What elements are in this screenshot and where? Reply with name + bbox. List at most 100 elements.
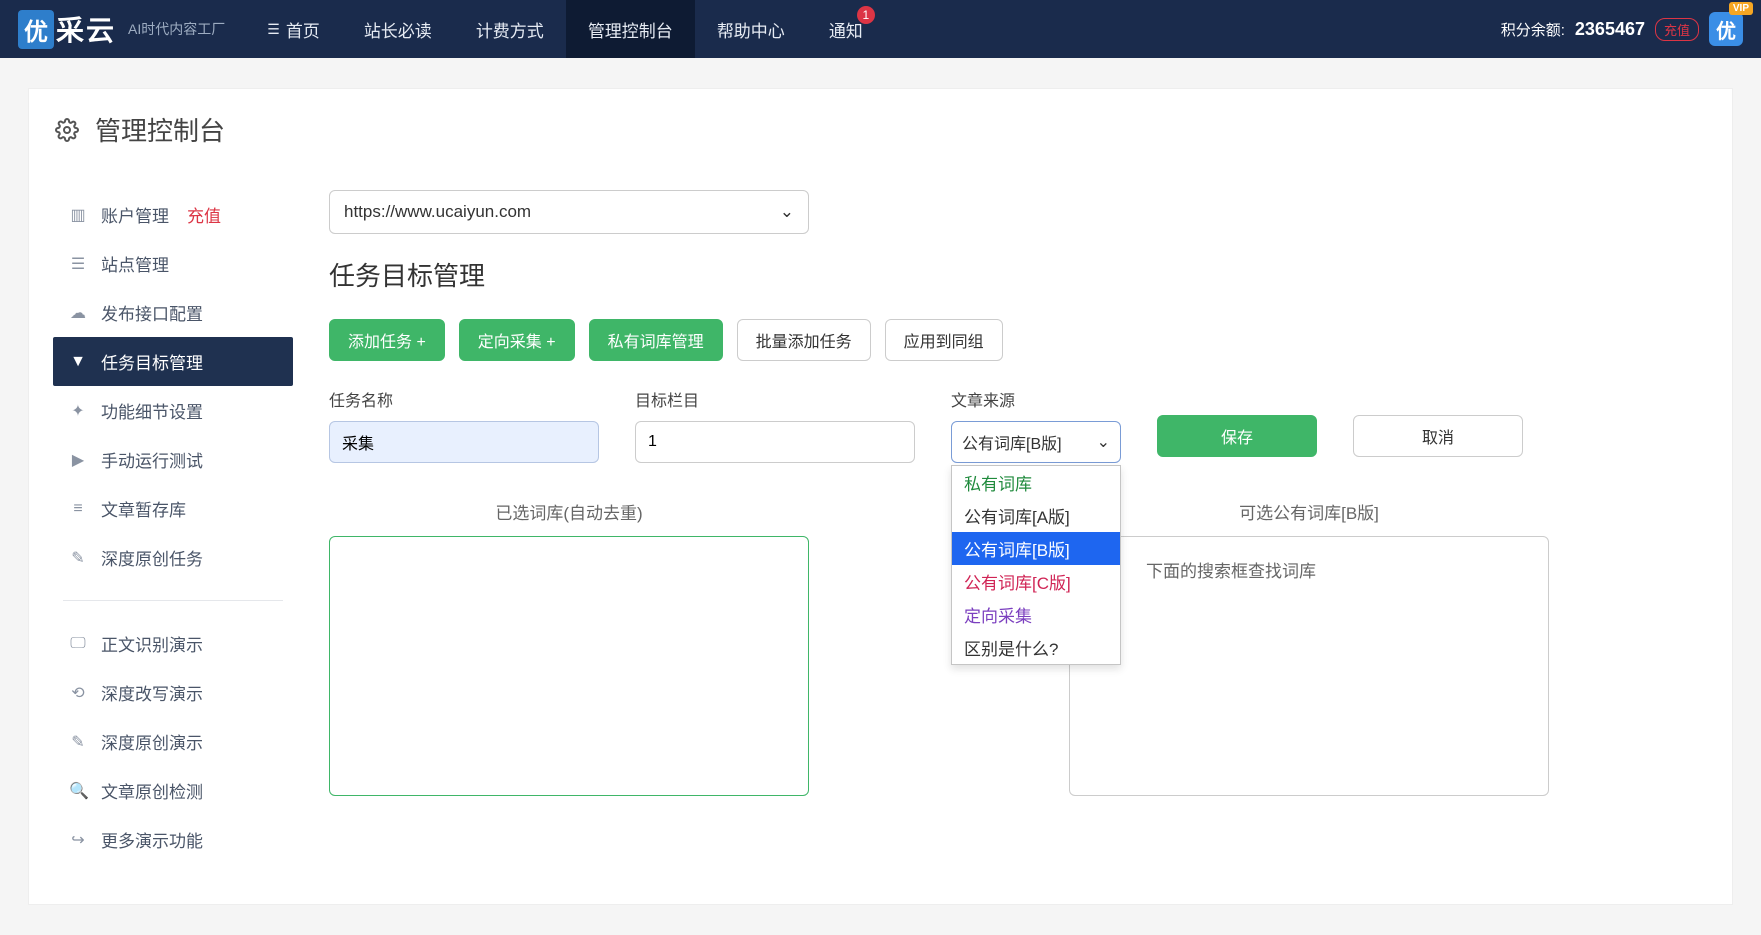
source-dropdown: 私有词库 公有词库[A版] 公有词库[B版] 公有词库[C版] 定向采集 区别是… <box>951 465 1121 665</box>
main-card: 管理控制台 ▥账户管理充值 ☰站点管理 ☁ 发布接口配置 ▼ 任务目标管理 ✦ 功能细… <box>28 88 1733 905</box>
nav-console[interactable]: 管理控制台 <box>566 0 695 58</box>
play-icon: ▶ <box>69 450 87 470</box>
directed-collect-button[interactable]: 定向采集 + <box>459 319 575 361</box>
target-column-col: 目标栏目 <box>635 387 915 463</box>
sidebar-item-manual-run[interactable]: ▶ 手动运行测试 <box>53 435 293 484</box>
sidebar-item-article-store[interactable]: ≡ 文章暂存库 <box>53 484 293 533</box>
sidebar-item-label: 深度原创演示 <box>101 729 203 754</box>
edit-icon: ✎ <box>69 732 87 752</box>
database-icon: ≡ <box>69 500 87 518</box>
sidebar-divider <box>63 600 283 601</box>
task-name-label: 任务名称 <box>329 387 599 411</box>
task-name-input[interactable] <box>329 421 599 463</box>
sidebar-item-label: 功能细节设置 <box>101 398 203 423</box>
vip-badge: VIP <box>1729 2 1753 15</box>
nav-label: 帮助中心 <box>717 17 785 42</box>
cancel-button[interactable]: 取消 <box>1353 415 1523 457</box>
sidebar-item-account[interactable]: ▥账户管理充值 <box>53 190 293 239</box>
dropdown-option-directed[interactable]: 定向采集 <box>952 598 1120 631</box>
sidebar-item-label: 深度原创任务 <box>101 545 203 570</box>
balance-value: 2365467 <box>1575 19 1645 40</box>
selected-lib-title: 已选词库(自动去重) <box>495 499 642 524</box>
nav-right: 积分余额: 2365467 充值 优 VIP <box>1501 12 1743 46</box>
edit-icon: ✎ <box>69 548 87 568</box>
sidebar-item-more-demos[interactable]: ↪更多演示功能 <box>53 815 293 864</box>
main-content: https://www.ucaiyun.com ⌄ 任务目标管理 添加任务 + … <box>305 190 1720 864</box>
task-name-col: 任务名称 <box>329 387 599 463</box>
sidebar-item-sites[interactable]: ☰站点管理 <box>53 239 293 288</box>
dropdown-option-private[interactable]: 私有词库 <box>952 466 1120 499</box>
nav-notify[interactable]: 通知 1 <box>807 0 885 58</box>
dropdown-option-public-a[interactable]: 公有词库[A版] <box>952 499 1120 532</box>
sidebar-item-original-demo[interactable]: ✎ 深度原创演示 <box>53 717 293 766</box>
sidebar-item-content-detect[interactable]: 🖵 正文识别演示 <box>53 619 293 668</box>
source-select-value: 公有词库[B版] <box>962 430 1062 454</box>
section-title: 任务目标管理 <box>329 256 1696 293</box>
sidebar-item-settings[interactable]: ✦ 功能细节设置 <box>53 386 293 435</box>
save-col: 保存 <box>1157 387 1317 457</box>
nav-help[interactable]: 帮助中心 <box>695 0 807 58</box>
sidebar-item-label: 正文识别演示 <box>101 631 203 656</box>
logo[interactable]: 优 采云 AI时代内容工厂 <box>18 9 225 49</box>
action-buttons: 添加任务 + 定向采集 + 私有词库管理 批量添加任务 应用到同组 <box>329 319 1696 361</box>
sidebar-item-label: 文章原创检测 <box>101 778 203 803</box>
top-nav: 优 采云 AI时代内容工厂 ☰首页 站长必读 计费方式 管理控制台 帮助中心 通… <box>0 0 1761 58</box>
sidebar-item-label: 手动运行测试 <box>101 447 203 472</box>
nav-home[interactable]: ☰首页 <box>245 0 342 58</box>
nav-label: 计费方式 <box>476 17 544 42</box>
notify-badge: 1 <box>857 6 875 24</box>
logo-text: 采云 <box>56 9 116 49</box>
apply-group-button[interactable]: 应用到同组 <box>885 319 1003 361</box>
page-wrap: 管理控制台 ▥账户管理充值 ☰站点管理 ☁ 发布接口配置 ▼ 任务目标管理 ✦ 功能细… <box>0 58 1761 935</box>
filter-icon: ▼ <box>69 353 87 371</box>
chart-icon: ▥ <box>69 205 87 225</box>
avatar-wrap[interactable]: 优 VIP <box>1709 12 1743 46</box>
sidebar-item-label: 深度改写演示 <box>101 680 203 705</box>
cloud-icon: ☁ <box>69 303 87 323</box>
available-lib-title: 可选公有词库[B版] <box>1239 499 1379 524</box>
logo-mark: 优 <box>18 10 54 49</box>
sidebar-item-rewrite-demo[interactable]: ⟲深度改写演示 <box>53 668 293 717</box>
private-lib-button[interactable]: 私有词库管理 <box>589 319 723 361</box>
nav-items: ☰首页 站长必读 计费方式 管理控制台 帮助中心 通知 1 <box>245 0 885 58</box>
add-task-button[interactable]: 添加任务 + <box>329 319 445 361</box>
chevron-down-icon: ⌄ <box>780 202 794 222</box>
selected-lib-col: 已选词库(自动去重) <box>329 499 809 796</box>
available-lib-box[interactable]: 下面的搜索框查找词库 <box>1069 536 1549 796</box>
nav-must-read[interactable]: 站长必读 <box>342 0 454 58</box>
dropdown-option-public-c[interactable]: 公有词库[C版] <box>952 565 1120 598</box>
sliders-icon: ✦ <box>69 401 87 421</box>
avatar: 优 <box>1709 12 1743 46</box>
sidebar-item-deep-original[interactable]: ✎ 深度原创任务 <box>53 533 293 582</box>
selected-lib-box[interactable] <box>329 536 809 796</box>
search-icon: 🔍 <box>69 781 87 801</box>
card-header: 管理控制台 <box>29 89 1732 170</box>
sidebar-item-label: 发布接口配置 <box>101 300 203 325</box>
page-title: 管理控制台 <box>95 111 225 148</box>
task-form: 任务名称 目标栏目 文章来源 公有词库[B版] ⌄ <box>329 387 1696 463</box>
sidebar-item-label: 更多演示功能 <box>101 827 203 852</box>
save-button[interactable]: 保存 <box>1157 415 1317 457</box>
target-column-label: 目标栏目 <box>635 387 915 411</box>
source-label: 文章来源 <box>951 387 1121 411</box>
sidebar-item-plagiarism[interactable]: 🔍 文章原创检测 <box>53 766 293 815</box>
cancel-col: 取消 <box>1353 387 1523 457</box>
gear-icon <box>55 118 79 142</box>
recharge-button[interactable]: 充值 <box>1655 18 1699 41</box>
target-column-input[interactable] <box>635 421 915 463</box>
sidebar-item-task-target[interactable]: ▼ 任务目标管理 <box>53 337 293 386</box>
site-select[interactable]: https://www.ucaiyun.com ⌄ <box>329 190 809 234</box>
nav-label: 站长必读 <box>364 17 432 42</box>
nav-billing[interactable]: 计费方式 <box>454 0 566 58</box>
available-lib-hint: 下面的搜索框查找词库 <box>1146 562 1316 581</box>
list-icon: ☰ <box>267 21 280 38</box>
sidebar: ▥账户管理充值 ☰站点管理 ☁ 发布接口配置 ▼ 任务目标管理 ✦ 功能细节设置 ▶ 手… <box>41 190 305 864</box>
dropdown-option-public-b[interactable]: 公有词库[B版] <box>952 532 1120 565</box>
source-select[interactable]: 公有词库[B版] ⌄ <box>951 421 1121 463</box>
sidebar-item-label: 任务目标管理 <box>101 349 203 374</box>
monitor-icon: 🖵 <box>69 635 87 653</box>
dropdown-option-diff[interactable]: 区别是什么? <box>952 631 1120 664</box>
sidebar-item-publish[interactable]: ☁ 发布接口配置 <box>53 288 293 337</box>
sidebar-item-label: 文章暂存库 <box>101 496 186 521</box>
batch-add-button[interactable]: 批量添加任务 <box>737 319 871 361</box>
